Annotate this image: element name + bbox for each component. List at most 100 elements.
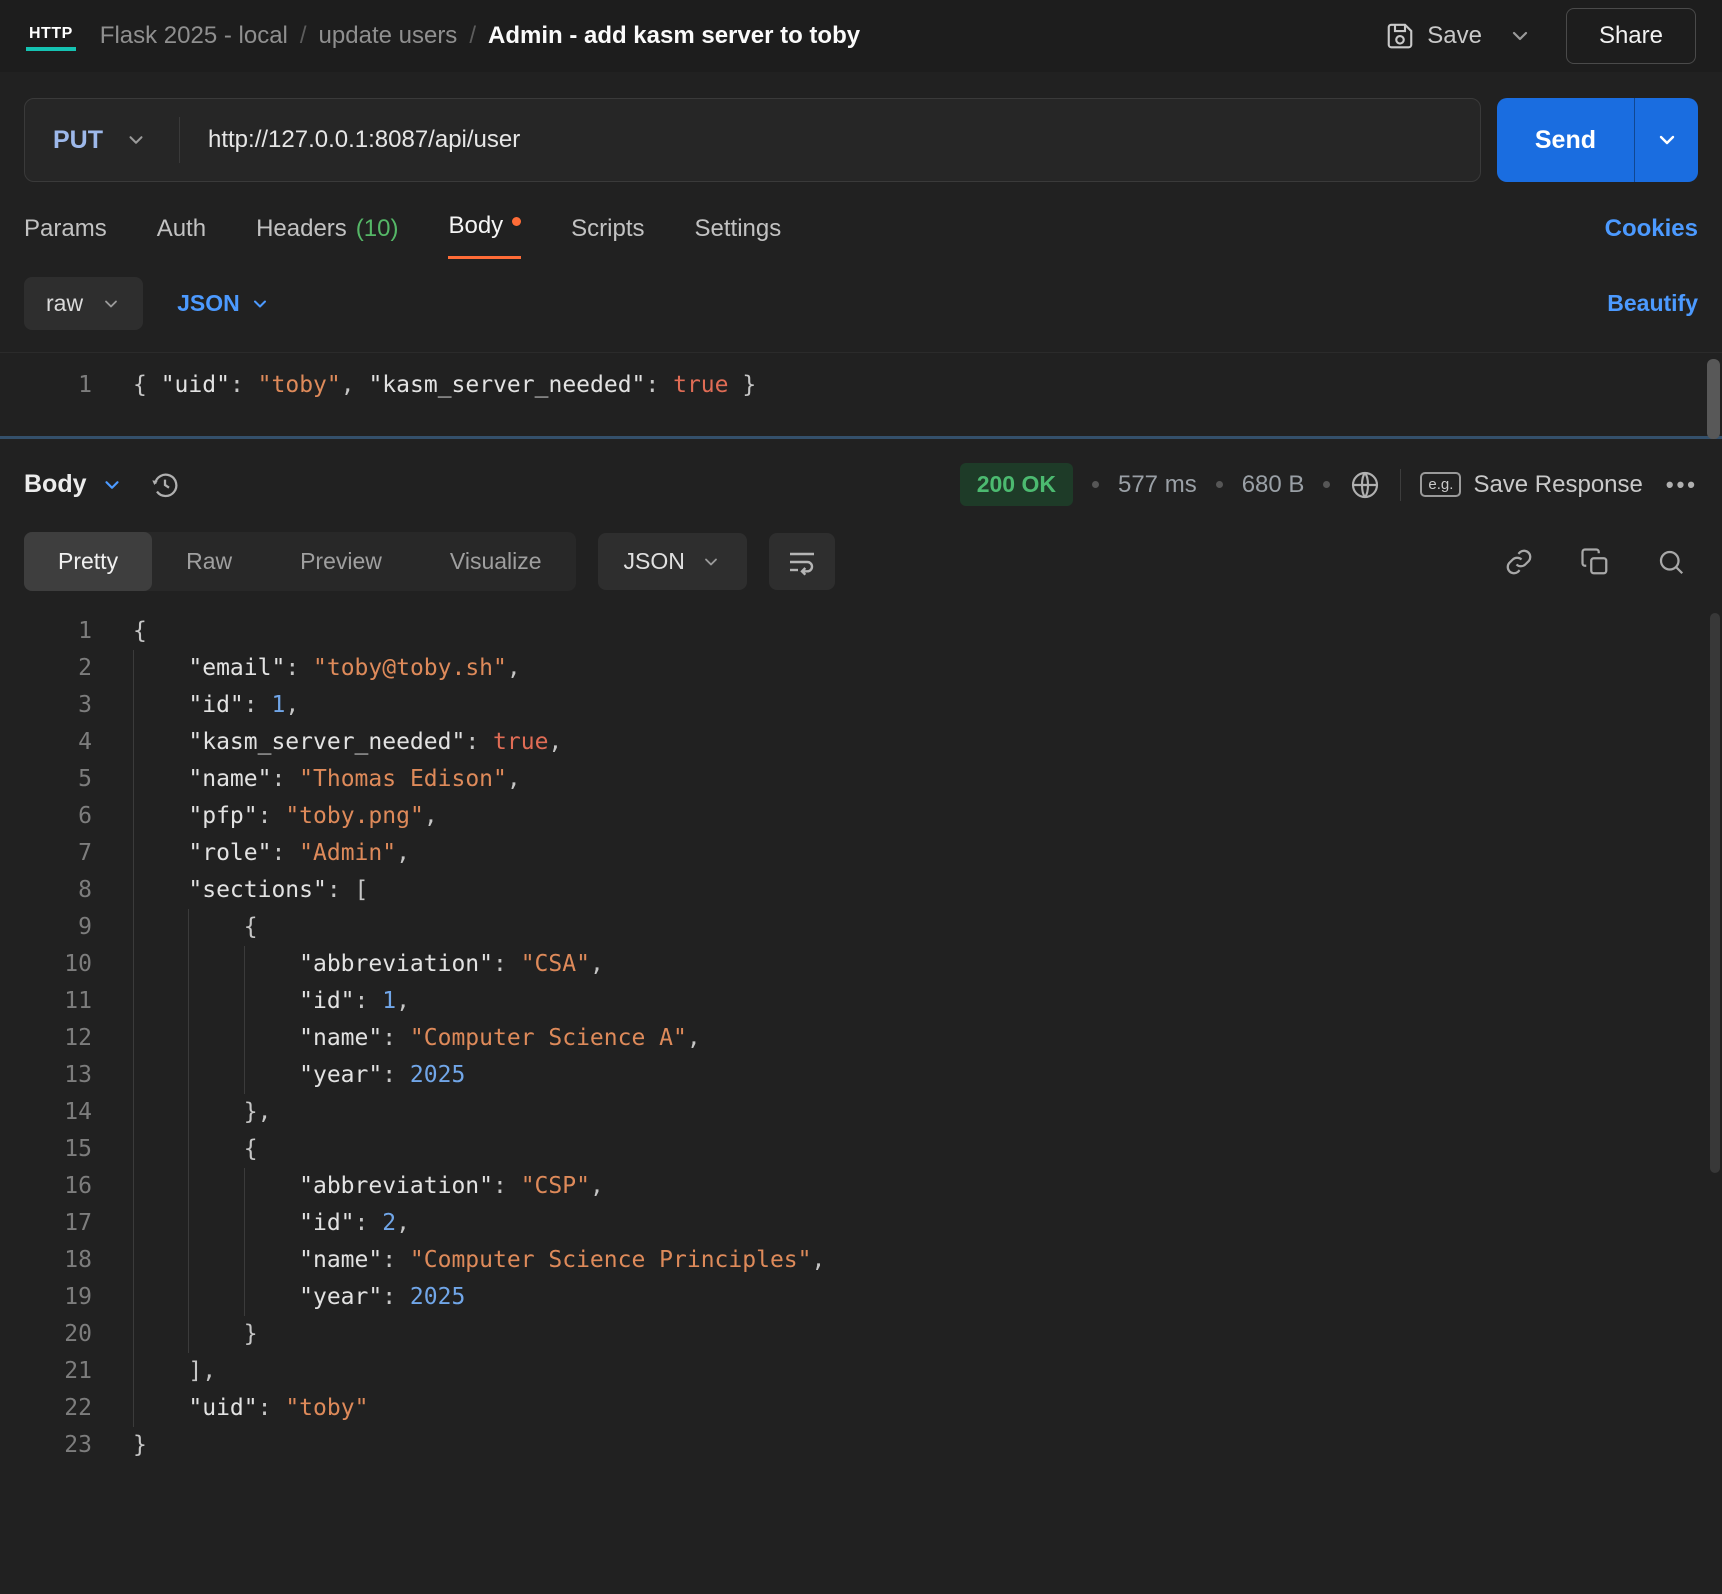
- indent-guide: [133, 650, 188, 687]
- send-button[interactable]: Send: [1497, 98, 1634, 182]
- code-text: "sections": [: [133, 872, 368, 909]
- line-number: 13: [0, 1057, 92, 1094]
- tab-auth[interactable]: Auth: [157, 215, 206, 259]
- code-text: "year": 2025: [133, 1057, 465, 1094]
- tab-headers[interactable]: Headers (10): [256, 215, 398, 259]
- line-number: 18: [0, 1242, 92, 1279]
- send-button-group: Send: [1497, 98, 1698, 182]
- line-number: 23: [0, 1427, 92, 1464]
- cookies-link[interactable]: Cookies: [1605, 215, 1698, 259]
- indent-guide: [188, 1057, 243, 1094]
- code-text: "name": "Thomas Edison",: [133, 761, 521, 798]
- tab-scripts[interactable]: Scripts: [571, 215, 644, 259]
- tab-visualize[interactable]: Visualize: [416, 532, 576, 591]
- line-number: 8: [0, 872, 92, 909]
- copy-icon[interactable]: [1580, 547, 1610, 577]
- indent-guide: [244, 1168, 299, 1205]
- topbar: HTTP Flask 2025 - local / update users /…: [0, 0, 1722, 72]
- line-number: 1: [0, 613, 92, 650]
- code-text: "abbreviation": "CSP",: [133, 1168, 604, 1205]
- response-language-selector[interactable]: JSON: [598, 533, 747, 590]
- tab-pretty[interactable]: Pretty: [24, 532, 152, 591]
- response-view-selector[interactable]: Body: [24, 470, 123, 499]
- topbar-actions: Save Share: [1371, 8, 1696, 64]
- response-scrollbar[interactable]: [1710, 613, 1720, 1173]
- save-icon: [1385, 21, 1415, 51]
- indent-guide: [188, 1205, 243, 1242]
- line-number: 9: [0, 909, 92, 946]
- indent-guide: [133, 798, 188, 835]
- search-icon[interactable]: [1656, 547, 1686, 577]
- beautify-link[interactable]: Beautify: [1607, 290, 1698, 317]
- line-number: 6: [0, 798, 92, 835]
- tab-label: Params: [24, 215, 107, 243]
- http-request-icon: HTTP: [26, 22, 76, 51]
- indent-guide: [244, 946, 299, 983]
- url-input[interactable]: http://127.0.0.1:8087/api/user: [180, 126, 1480, 154]
- tab-settings[interactable]: Settings: [695, 215, 782, 259]
- more-options-button[interactable]: •••: [1666, 472, 1698, 498]
- wrap-lines-button[interactable]: [769, 533, 835, 590]
- code-text: "pfp": "toby.png",: [133, 798, 438, 835]
- chevron-down-icon: [101, 294, 121, 314]
- response-actions: [1504, 547, 1698, 577]
- code-line: 10"abbreviation": "CSA",: [0, 946, 1722, 983]
- request-tabs: Params Auth Headers (10) Body Scripts Se…: [24, 212, 1698, 259]
- response-status-cluster: 200 OK 577 ms 680 B e.g. Save Response •…: [960, 463, 1698, 506]
- response-history-button[interactable]: [149, 469, 181, 501]
- share-button[interactable]: Share: [1566, 8, 1696, 64]
- code-text: {: [133, 1131, 258, 1168]
- response-time: 577 ms: [1118, 471, 1197, 499]
- tab-label: Headers: [256, 215, 347, 243]
- code-text: "id": 1,: [133, 983, 410, 1020]
- save-response-button[interactable]: e.g. Save Response: [1420, 471, 1642, 499]
- indent-guide: [133, 1131, 188, 1168]
- method-selector[interactable]: PUT: [25, 126, 179, 155]
- indent-guide: [244, 1242, 299, 1279]
- dot-separator: [1092, 481, 1099, 488]
- body-language-selector[interactable]: JSON: [177, 290, 270, 317]
- code-line: 7"role": "Admin",: [0, 835, 1722, 872]
- status-badge[interactable]: 200 OK: [960, 463, 1073, 506]
- indent-guide: [188, 1316, 243, 1353]
- tab-params[interactable]: Params: [24, 215, 107, 259]
- code-line: 20}: [0, 1316, 1722, 1353]
- tab-preview[interactable]: Preview: [266, 532, 416, 591]
- line-number: 19: [0, 1279, 92, 1316]
- tab-raw[interactable]: Raw: [152, 532, 266, 591]
- line-number: 7: [0, 835, 92, 872]
- network-info-icon[interactable]: [1349, 469, 1381, 501]
- breadcrumb-collection[interactable]: update users: [319, 22, 458, 50]
- request-body-editor[interactable]: 1{ "uid": "toby", "kasm_server_needed": …: [0, 352, 1722, 424]
- link-icon[interactable]: [1504, 547, 1534, 577]
- tab-body[interactable]: Body: [448, 212, 521, 259]
- body-mode-label: raw: [46, 290, 83, 317]
- code-text: "uid": "toby": [133, 1390, 368, 1427]
- indent-guide: [244, 983, 299, 1020]
- body-mode-selector[interactable]: raw: [24, 277, 143, 330]
- code-line: 16"abbreviation": "CSP",: [0, 1168, 1722, 1205]
- save-as-example-icon: e.g.: [1420, 472, 1461, 497]
- code-text: }: [133, 1316, 258, 1353]
- editor-scrollbar[interactable]: [1707, 359, 1720, 439]
- line-number: 11: [0, 983, 92, 1020]
- headers-count-badge: (10): [356, 215, 399, 243]
- send-options-button[interactable]: [1634, 98, 1698, 182]
- code-text: { "uid": "toby", "kasm_server_needed": t…: [133, 367, 756, 404]
- breadcrumb-workspace[interactable]: Flask 2025 - local: [100, 22, 288, 50]
- tab-label: Body: [448, 212, 503, 240]
- body-modified-dot: [512, 217, 521, 226]
- indent-guide: [133, 983, 188, 1020]
- code-text: ],: [133, 1353, 216, 1390]
- indent-guide: [244, 1057, 299, 1094]
- indent-guide: [133, 761, 188, 798]
- save-button[interactable]: Save: [1371, 11, 1496, 61]
- code-text: {: [133, 613, 147, 650]
- dot-separator: [1216, 481, 1223, 488]
- response-body-viewer[interactable]: 1{2"email": "toby@toby.sh",3"id": 1,4"ka…: [0, 613, 1722, 1464]
- indent-guide: [133, 1205, 188, 1242]
- pane-splitter[interactable]: [0, 436, 1722, 439]
- response-size: 680 B: [1242, 471, 1305, 499]
- save-options-button[interactable]: [1496, 14, 1544, 58]
- indent-guide: [133, 909, 188, 946]
